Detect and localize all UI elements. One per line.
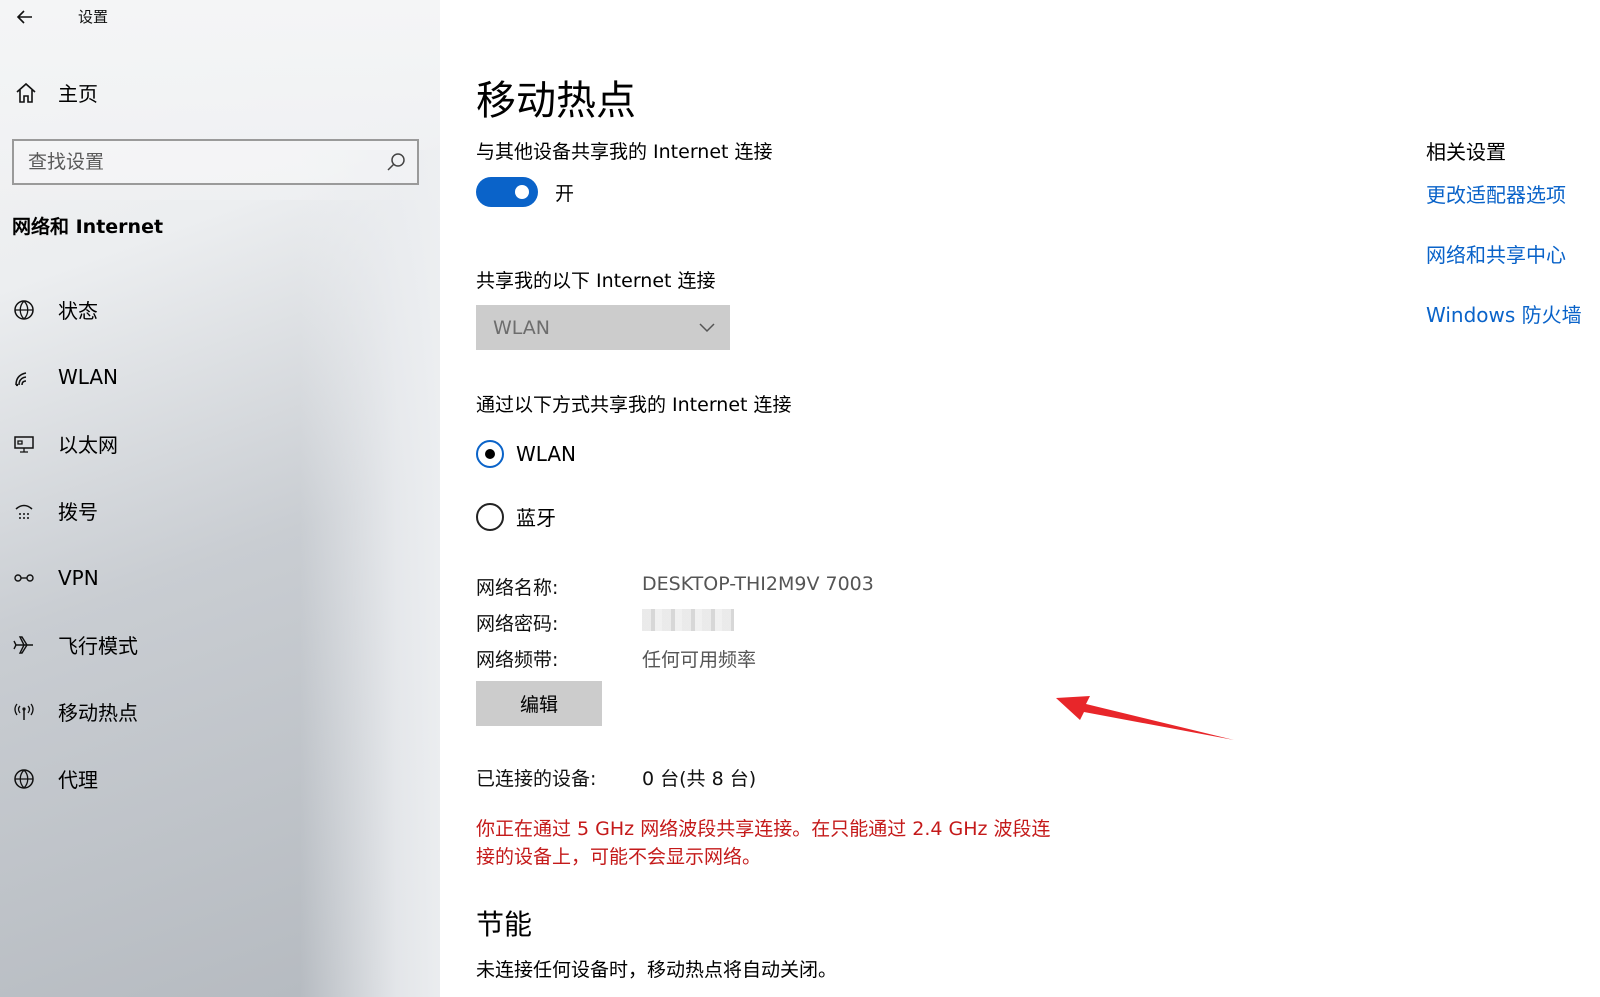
hotspot-toggle[interactable] [476, 177, 538, 207]
sidebar-item-vpn[interactable]: VPN [0, 544, 430, 611]
sidebar-item-dialup[interactable]: 拨号 [0, 477, 430, 544]
share-label: 与其他设备共享我的 Internet 连接 [476, 141, 773, 163]
sidebar-item-label: 拨号 [58, 500, 98, 524]
share-via-label: 通过以下方式共享我的 Internet 连接 [476, 394, 792, 416]
toggle-state-label: 开 [555, 183, 575, 205]
link-adapter-options[interactable]: 更改适配器选项 [1426, 179, 1582, 208]
connection-dropdown[interactable]: WLAN [476, 305, 730, 350]
home-icon [16, 82, 36, 103]
password-redacted [642, 609, 734, 631]
wifi-icon [12, 365, 36, 389]
vpn-icon [12, 566, 36, 590]
app-title: 设置 [78, 8, 109, 26]
connected-devices-value: 0 台(共 8 台) [642, 768, 757, 790]
network-band-value: 任何可用频率 [642, 649, 757, 671]
warning-line-2: 接的设备上，可能不会显示网络。 [476, 846, 762, 868]
radio-button[interactable] [476, 502, 504, 531]
related-settings-title: 相关设置 [1426, 140, 1506, 164]
ethernet-icon [12, 432, 36, 456]
sidebar-item-label: 状态 [58, 299, 98, 323]
back-button[interactable] [14, 4, 36, 30]
sidebar-item-label: 以太网 [58, 433, 118, 457]
link-network-sharing-center[interactable]: 网络和共享中心 [1426, 239, 1582, 268]
link-windows-firewall[interactable]: Windows 防火墙 [1426, 299, 1582, 328]
radio-label: WLAN [516, 442, 577, 466]
radio-label: 蓝牙 [516, 506, 556, 530]
home-label: 主页 [58, 82, 98, 106]
sidebar-item-hotspot[interactable]: 移动热点 [0, 678, 430, 745]
warning-line-1: 你正在通过 5 GHz 网络波段共享连接。在只能通过 2.4 GHz 波段连 [476, 818, 1051, 840]
home-nav-item[interactable]: 主页 [14, 78, 98, 107]
section-title: 网络和 Internet [12, 216, 164, 238]
search-icon[interactable] [385, 151, 407, 173]
red-arrow-annotation [1056, 696, 1234, 740]
chevron-down-icon [699, 323, 715, 333]
back-arrow-icon [16, 10, 32, 24]
share-from-label: 共享我的以下 Internet 连接 [476, 270, 716, 292]
globe-icon [12, 767, 36, 791]
page-title: 移动热点 [476, 78, 636, 124]
radio-button-checked[interactable] [476, 440, 504, 468]
network-band-label: 网络频带: [476, 649, 559, 671]
sidebar-item-label: VPN [58, 565, 99, 590]
sidebar: 设置 主页 网络和 Internet 状态 WLAN [0, 0, 440, 997]
sidebar-item-ethernet[interactable]: 以太网 [0, 410, 430, 477]
radio-bluetooth[interactable]: 蓝牙 [476, 502, 556, 531]
connected-devices-label: 已连接的设备: [476, 768, 597, 790]
sidebar-item-airplane[interactable]: 飞行模式 [0, 611, 430, 678]
dialup-icon [12, 499, 36, 523]
radio-wlan[interactable]: WLAN [476, 440, 576, 468]
network-password-label: 网络密码: [476, 613, 559, 635]
globe-status-icon [12, 298, 36, 322]
airplane-icon [12, 633, 36, 657]
sidebar-item-status[interactable]: 状态 [0, 276, 430, 343]
band-warning: 你正在通过 5 GHz 网络波段共享连接。在只能通过 2.4 GHz 波段连 接… [476, 815, 1116, 871]
edit-button[interactable]: 编辑 [476, 681, 602, 726]
sidebar-item-label: WLAN [58, 364, 119, 389]
search-input[interactable] [28, 151, 368, 173]
power-saving-text: 未连接任何设备时，移动热点将自动关闭。 [476, 959, 838, 981]
sidebar-item-label: 飞行模式 [58, 634, 138, 658]
sidebar-item-label: 移动热点 [58, 701, 138, 725]
sidebar-item-label: 代理 [58, 768, 98, 792]
related-settings: 相关设置 更改适配器选项 网络和共享中心 Windows 防火墙 [1426, 136, 1582, 359]
sidebar-nav: 状态 WLAN 以太网 拨号 VPN 飞行模式 移动热点 代理 [0, 276, 430, 812]
power-saving-heading: 节能 [476, 908, 533, 941]
sidebar-item-proxy[interactable]: 代理 [0, 745, 430, 812]
search-box [12, 139, 419, 185]
network-name-value: DESKTOP-THI2M9V 7003 [642, 573, 874, 595]
dropdown-value: WLAN [493, 316, 551, 339]
sidebar-item-wlan[interactable]: WLAN [0, 343, 430, 410]
network-name-label: 网络名称: [476, 577, 559, 599]
toggle-knob [515, 185, 529, 199]
hotspot-icon [12, 700, 36, 724]
